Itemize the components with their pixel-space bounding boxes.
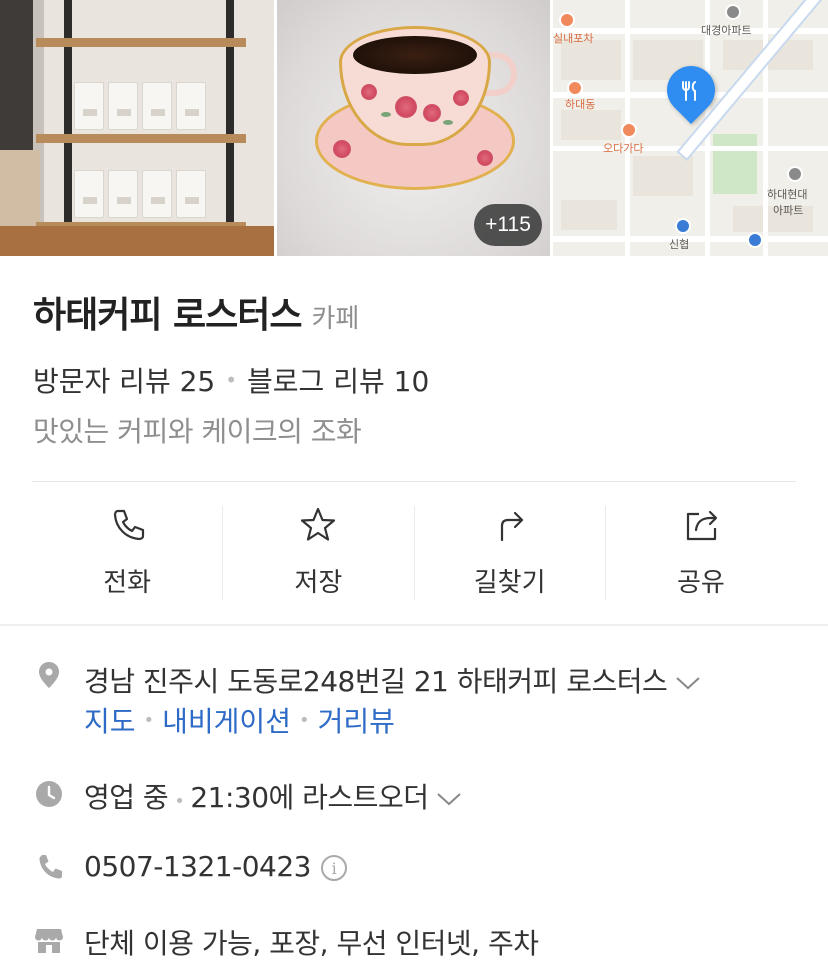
map-label: 하대동 bbox=[565, 98, 596, 111]
phone-icon bbox=[114, 509, 145, 541]
store-icon bbox=[35, 929, 63, 953]
hours-detail: 21:30에 라스트오더 bbox=[190, 781, 429, 814]
phone-row[interactable]: 0507-1321-0423 i bbox=[84, 850, 347, 883]
chevron-down-icon[interactable] bbox=[675, 675, 701, 691]
action-bar: 전화 저장 길찾기 공유 bbox=[32, 506, 796, 600]
map-link[interactable]: 지도 bbox=[84, 700, 136, 740]
hours-status: 영업 중 bbox=[84, 781, 169, 814]
directions-button[interactable]: 길찾기 bbox=[413, 506, 605, 600]
amenities-row: 단체 이용 가능, 포장, 무선 인터넷, 주차 bbox=[84, 927, 539, 960]
call-label: 전화 bbox=[103, 568, 152, 598]
directions-icon bbox=[500, 511, 523, 542]
save-label: 저장 bbox=[294, 568, 343, 598]
map-label: 오다가다 bbox=[603, 142, 644, 155]
street-view-link[interactable]: 거리뷰 bbox=[318, 700, 395, 740]
place-name: 하태커피 로스터스 bbox=[33, 295, 302, 336]
blog-reviews-link[interactable]: 블로그 리뷰 10 bbox=[247, 360, 429, 400]
photo-strip: +115 실내포차 대경아파트 하대동 오다가다 하대현대 아파트 신협 bbox=[0, 0, 828, 256]
map-label: 아파트 bbox=[773, 204, 804, 217]
share-icon bbox=[686, 510, 717, 541]
restaurant-poi-icon bbox=[567, 80, 583, 96]
save-button[interactable]: 저장 bbox=[222, 506, 413, 600]
clock-icon bbox=[36, 781, 62, 807]
map-label: 대경아파트 bbox=[701, 24, 752, 37]
map-label: 신협 bbox=[669, 238, 690, 251]
restaurant-icon bbox=[676, 76, 706, 106]
place-tagline: 맛있는 커피와 케이크의 조화 bbox=[33, 415, 362, 448]
directions-label: 길찾기 bbox=[473, 568, 546, 598]
address-row[interactable]: 경남 진주시 도동로248번길 21 하태커피 로스터스 bbox=[84, 660, 701, 700]
review-row: 방문자 리뷰 25 • 블로그 리뷰 10 bbox=[33, 360, 429, 400]
chevron-down-icon[interactable] bbox=[436, 791, 462, 807]
section-divider bbox=[0, 624, 828, 626]
place-category: 카페 bbox=[311, 304, 360, 334]
phone-icon bbox=[39, 855, 62, 879]
map-label: 하대현대 bbox=[767, 188, 808, 201]
restaurant-poi-icon bbox=[559, 12, 575, 28]
separator-dot: • bbox=[298, 709, 310, 731]
visitor-reviews-link[interactable]: 방문자 리뷰 25 bbox=[33, 360, 215, 400]
bank-poi-icon bbox=[675, 218, 691, 234]
bank-poi-icon bbox=[747, 232, 763, 248]
photo-shelf[interactable] bbox=[0, 0, 274, 256]
info-icon[interactable]: i bbox=[320, 855, 347, 881]
star-icon bbox=[301, 507, 336, 541]
map-thumbnail[interactable]: 실내포차 대경아파트 하대동 오다가다 하대현대 아파트 신협 bbox=[553, 0, 828, 256]
address-text: 경남 진주시 도동로248번길 21 하태커피 로스터스 bbox=[84, 665, 668, 698]
call-button[interactable]: 전화 bbox=[32, 506, 222, 600]
hours-row[interactable]: 영업 중 • 21:30에 라스트오더 bbox=[84, 776, 462, 816]
divider bbox=[32, 481, 796, 482]
address-links: 지도 • 내비게이션 • 거리뷰 bbox=[84, 700, 395, 740]
apartment-poi-icon bbox=[787, 166, 803, 182]
separator-dot: • bbox=[225, 368, 238, 392]
photo-coffee-cup[interactable]: +115 bbox=[277, 0, 550, 256]
share-label: 공유 bbox=[676, 568, 725, 598]
map-label: 실내포차 bbox=[553, 32, 594, 45]
title-row: 하태커피 로스터스 카페 bbox=[33, 286, 359, 338]
share-button[interactable]: 공유 bbox=[604, 506, 796, 600]
phone-number[interactable]: 0507-1321-0423 bbox=[84, 850, 311, 883]
photo-count-badge[interactable]: +115 bbox=[474, 204, 542, 246]
restaurant-poi-icon bbox=[621, 122, 637, 138]
separator-dot: • bbox=[143, 709, 155, 731]
navigation-link[interactable]: 내비게이션 bbox=[162, 700, 291, 740]
separator-dot: • bbox=[174, 791, 185, 812]
location-pin-icon bbox=[39, 662, 59, 688]
apartment-poi-icon bbox=[725, 4, 741, 20]
